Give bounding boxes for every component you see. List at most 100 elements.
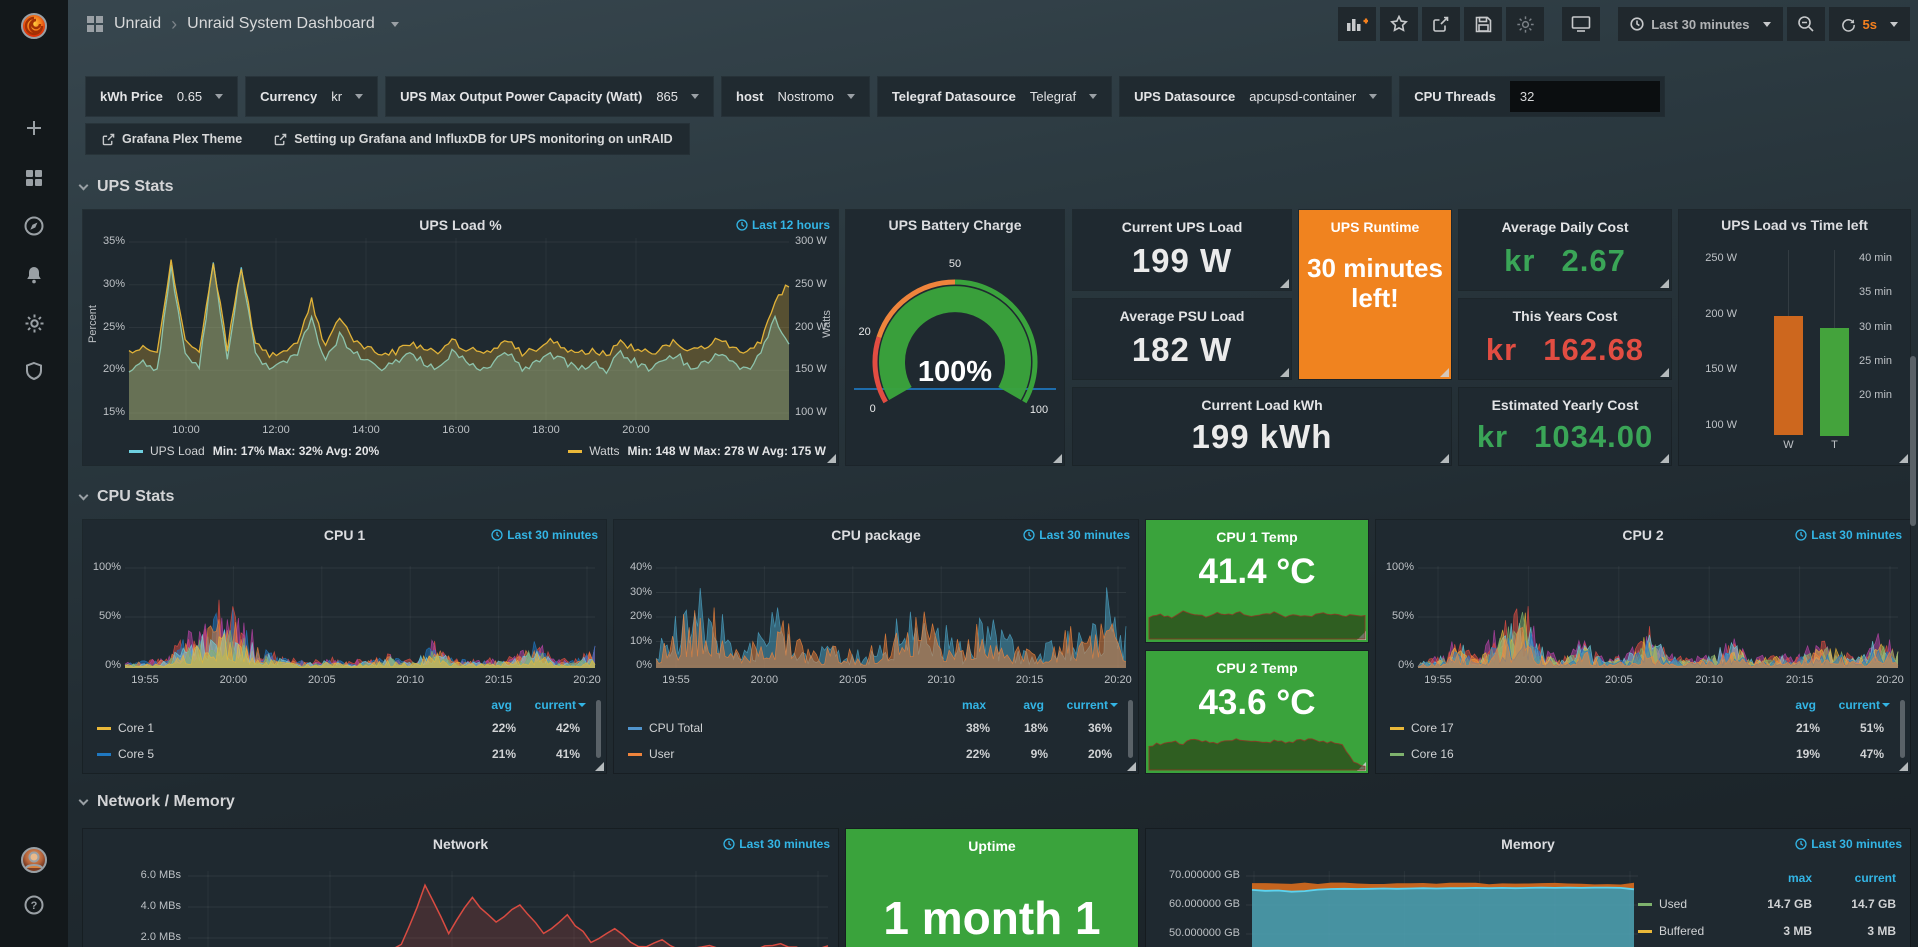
tv-mode-button[interactable] bbox=[1562, 7, 1600, 41]
panel-title[interactable]: CPU package bbox=[684, 527, 1068, 543]
panel-resize-handle[interactable] bbox=[1660, 279, 1669, 288]
page-title[interactable]: Unraid System Dashboard bbox=[187, 15, 375, 33]
legend-col-current[interactable]: current bbox=[1816, 698, 1880, 712]
panel-title[interactable]: CPU 2 bbox=[1446, 527, 1840, 543]
configuration-gear-icon[interactable] bbox=[0, 303, 68, 343]
variable-ups-max-output[interactable]: UPS Max Output Power Capacity (Watt) 865 bbox=[386, 77, 713, 116]
stat-title[interactable]: This Years Cost bbox=[1459, 308, 1671, 324]
panel-resize-handle[interactable] bbox=[1899, 762, 1908, 771]
bar-W[interactable] bbox=[1774, 316, 1803, 435]
stat-title[interactable]: Uptime bbox=[846, 838, 1138, 854]
x-axis-tick: 20:05 bbox=[829, 674, 877, 686]
title-caret-icon[interactable] bbox=[391, 22, 399, 27]
link-grafana-plex-theme[interactable]: Grafana Plex Theme bbox=[86, 132, 258, 146]
stat-title[interactable]: CPU 1 Temp bbox=[1146, 529, 1368, 545]
panel-time-range-link[interactable]: Last 30 minutes bbox=[491, 528, 598, 542]
bar-T[interactable] bbox=[1820, 328, 1849, 436]
variable-currency[interactable]: Currency kr bbox=[246, 77, 377, 116]
time-range-picker[interactable]: Last 30 minutes bbox=[1618, 7, 1782, 41]
legend-col-avg[interactable]: avg bbox=[454, 698, 512, 712]
create-plus-icon[interactable] bbox=[0, 108, 68, 148]
grafana-logo-icon[interactable] bbox=[0, 4, 68, 48]
legend-scrollbar[interactable] bbox=[1128, 700, 1133, 758]
page-scrollbar[interactable] bbox=[1910, 356, 1916, 526]
axis-tick: 0% bbox=[1378, 659, 1414, 671]
legend-series-name[interactable]: Core 1 bbox=[118, 721, 458, 735]
panel-title[interactable]: UPS Load vs Time left bbox=[1687, 217, 1902, 233]
legend-series-name[interactable]: Buffered bbox=[1659, 924, 1748, 938]
stat-title[interactable]: Average Daily Cost bbox=[1459, 219, 1671, 235]
legend-series-name[interactable]: Used bbox=[1659, 897, 1748, 911]
panel-title[interactable]: Memory bbox=[1216, 836, 1840, 852]
legend-col-current[interactable]: current bbox=[1044, 698, 1108, 712]
panel-resize-handle[interactable] bbox=[1440, 454, 1449, 463]
legend-col-max[interactable]: max bbox=[928, 698, 986, 712]
legend-series-name[interactable]: Core 5 bbox=[118, 747, 458, 761]
save-button[interactable] bbox=[1464, 7, 1502, 41]
stat-title[interactable]: CPU 2 Temp bbox=[1146, 660, 1368, 676]
server-admin-shield-icon[interactable] bbox=[0, 351, 68, 391]
panel-time-range-link[interactable]: Last 30 minutes bbox=[1023, 528, 1130, 542]
legend-scrollbar[interactable] bbox=[596, 700, 601, 758]
panel-resize-handle[interactable] bbox=[1899, 454, 1908, 463]
legend-col-current[interactable]: current bbox=[1832, 871, 1896, 885]
refresh-button[interactable]: 5s bbox=[1829, 7, 1910, 41]
legend-col-avg[interactable]: avg bbox=[1758, 698, 1816, 712]
help-icon[interactable]: ? bbox=[0, 885, 68, 925]
legend-series-name[interactable]: Watts bbox=[589, 444, 619, 458]
dashboard-settings-gear-icon[interactable] bbox=[1506, 7, 1544, 41]
section-network-memory[interactable]: Network / Memory bbox=[80, 793, 235, 811]
variable-kwh-price[interactable]: kWh Price 0.65 bbox=[86, 77, 237, 116]
alerting-bell-icon[interactable] bbox=[0, 255, 68, 295]
breadcrumb-app[interactable]: Unraid bbox=[114, 15, 161, 33]
panel-current-load-kwh: Current Load kWh 199 kWh bbox=[1073, 388, 1451, 465]
legend-series-name[interactable]: User bbox=[649, 747, 932, 761]
legend-col-max[interactable]: max bbox=[1748, 871, 1812, 885]
panel-resize-handle[interactable] bbox=[1053, 454, 1062, 463]
legend-series-name[interactable]: CPU Total bbox=[649, 721, 932, 735]
share-button[interactable] bbox=[1422, 7, 1460, 41]
legend-series-name[interactable]: UPS Load bbox=[150, 444, 205, 458]
legend-scrollbar[interactable] bbox=[1900, 700, 1905, 758]
panel-resize-handle[interactable] bbox=[1127, 762, 1136, 771]
panel-time-range-link[interactable]: Last 30 minutes bbox=[1795, 837, 1902, 851]
section-ups-stats[interactable]: UPS Stats bbox=[80, 178, 173, 196]
legend-col-current[interactable]: current bbox=[512, 698, 576, 712]
panel-title[interactable]: Network bbox=[153, 836, 768, 852]
panel-title[interactable]: UPS Battery Charge bbox=[856, 217, 1054, 233]
panel-uptime: Uptime 1 month 1 bbox=[846, 829, 1138, 947]
variable-telegraf-datasource[interactable]: Telegraf Datasource Telegraf bbox=[878, 77, 1111, 116]
panel-resize-handle[interactable] bbox=[595, 762, 604, 771]
panel-resize-handle[interactable] bbox=[1660, 454, 1669, 463]
stat-title[interactable]: Estimated Yearly Cost bbox=[1459, 397, 1671, 413]
panel-resize-handle[interactable] bbox=[1280, 368, 1289, 377]
panel-time-range-link[interactable]: Last 12 hours bbox=[736, 218, 830, 232]
panel-time-range-link[interactable]: Last 30 minutes bbox=[723, 837, 830, 851]
legend-series-name[interactable]: Core 17 bbox=[1411, 721, 1762, 735]
panel-resize-handle[interactable] bbox=[1440, 368, 1449, 377]
sort-caret-icon bbox=[1882, 703, 1890, 707]
stat-title[interactable]: Current Load kWh bbox=[1073, 397, 1451, 413]
legend-col-avg[interactable]: avg bbox=[986, 698, 1044, 712]
add-panel-button[interactable] bbox=[1338, 7, 1376, 41]
panel-resize-handle[interactable] bbox=[1660, 368, 1669, 377]
panel-resize-handle[interactable] bbox=[1280, 279, 1289, 288]
variable-ups-datasource[interactable]: UPS Datasource apcupsd-container bbox=[1120, 77, 1391, 116]
variable-host[interactable]: host Nostromo bbox=[722, 77, 869, 116]
link-ups-monitoring-guide[interactable]: Setting up Grafana and InfluxDB for UPS … bbox=[258, 132, 688, 146]
panel-title[interactable]: UPS Load % bbox=[153, 217, 768, 233]
stat-title[interactable]: Average PSU Load bbox=[1073, 308, 1291, 324]
explore-compass-icon[interactable] bbox=[0, 206, 68, 246]
star-button[interactable] bbox=[1380, 7, 1418, 41]
legend-series-name[interactable]: Core 16 bbox=[1411, 747, 1762, 761]
dashboards-icon[interactable] bbox=[0, 158, 68, 198]
user-avatar[interactable] bbox=[0, 840, 68, 880]
stat-title[interactable]: UPS Runtime bbox=[1299, 219, 1451, 235]
panel-time-range-link[interactable]: Last 30 minutes bbox=[1795, 528, 1902, 542]
cpu-threads-input[interactable] bbox=[1510, 81, 1660, 112]
panel-resize-handle[interactable] bbox=[827, 454, 836, 463]
stat-title[interactable]: Current UPS Load bbox=[1073, 219, 1291, 235]
zoom-out-button[interactable] bbox=[1787, 7, 1825, 41]
section-cpu-stats[interactable]: CPU Stats bbox=[80, 488, 174, 506]
panel-title[interactable]: CPU 1 bbox=[153, 527, 536, 543]
